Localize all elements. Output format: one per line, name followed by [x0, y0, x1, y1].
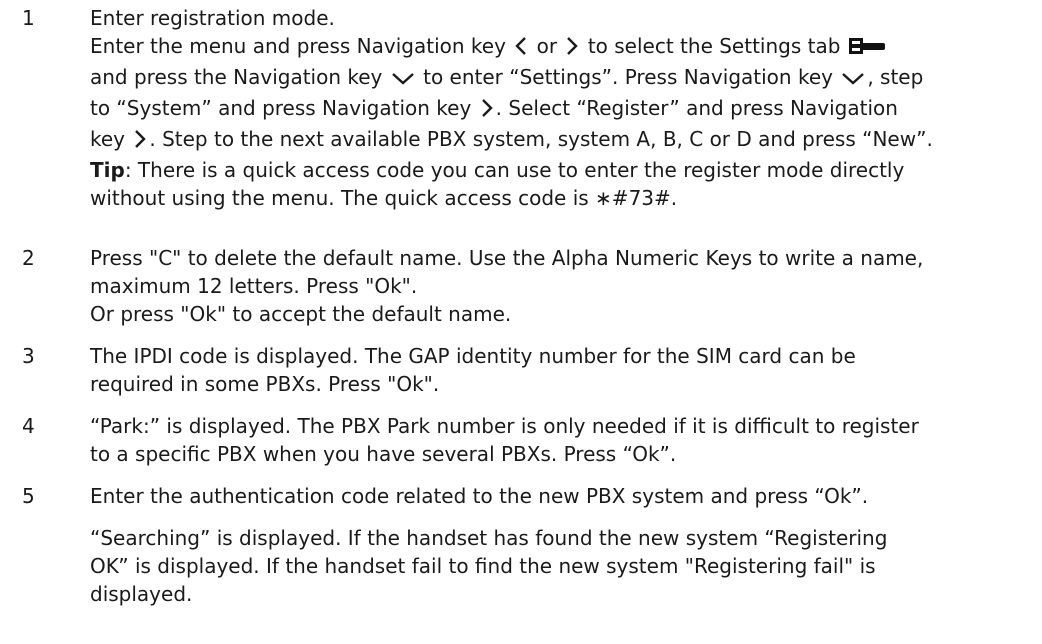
step-body: “Park:” is displayed. The PBX Park numbe… [90, 412, 1028, 468]
step-body: The IPDI code is displayed. The GAP iden… [90, 342, 1028, 398]
step-text: : There is a quick access code you can u… [124, 158, 905, 182]
step-text: OK” is displayed. If the handset fail to… [90, 554, 876, 578]
step-text: Or press "Ok" to accept the default name… [90, 302, 512, 326]
step-text: without using the menu. The quick access… [90, 186, 678, 210]
step-text: Enter the authentication code related to… [90, 484, 869, 508]
step-text: Enter registration mode. [90, 6, 335, 30]
step-body: Press "C" to delete the default name. Us… [90, 244, 1028, 328]
step-text: to select the Settings tab [587, 34, 841, 58]
step-text-line: and press the Navigation key to enter “S… [90, 63, 1028, 94]
manual-page: 1 Enter registration mode. Enter the men… [0, 0, 1042, 644]
step-text: , step [867, 65, 924, 89]
step-text: key [90, 127, 126, 151]
step-number: 1 [22, 6, 35, 30]
step-text: “Searching” is displayed. If the handset… [90, 526, 888, 550]
step-text-line: Tip: There is a quick access code you ca… [90, 156, 1028, 184]
step-text: . Select “Register” and press Navigation [495, 96, 898, 120]
step-text: . Step to the next available PBX system,… [149, 127, 933, 151]
step-text: displayed. [90, 582, 193, 606]
step-text: to enter “Settings”. Press Navigation ke… [423, 65, 833, 89]
step-text: Press "C" to delete the default name. Us… [90, 246, 924, 270]
step-text: The IPDI code is displayed. The GAP iden… [90, 344, 856, 368]
step-text: or [536, 34, 558, 58]
chevron-right-icon [565, 35, 579, 63]
step-text: required in some PBXs. Press "Ok". [90, 372, 440, 396]
chevron-right-icon [133, 128, 147, 156]
step-text: to “System” and press Navigation key [90, 96, 472, 120]
step-paragraph: “Searching” is displayed. If the handset… [90, 524, 1028, 608]
step-number: 2 [22, 246, 35, 270]
step-body: Enter the authentication code related to… [90, 482, 1028, 608]
chevron-down-icon [391, 66, 415, 94]
step-text: and press the Navigation key [90, 65, 383, 89]
step-text: “Park:” is displayed. The PBX Park numbe… [90, 414, 919, 438]
wrench-icon [848, 35, 887, 63]
step-text: maximum 12 letters. Press "Ok". [90, 274, 418, 298]
chevron-down-icon [841, 66, 865, 94]
chevron-left-icon [514, 35, 528, 63]
step-number: 3 [22, 344, 35, 368]
step-text-line: to “System” and press Navigation key . S… [90, 94, 1028, 125]
step-text-line: Enter the menu and press Navigation key … [90, 32, 1028, 63]
tip-label: Tip [90, 158, 125, 182]
step-text: to a specific PBX when you have several … [90, 442, 677, 466]
step-text-line: key . Step to the next available PBX sys… [90, 125, 1028, 156]
step-number: 4 [22, 414, 35, 438]
step-body: Enter registration mode. Enter the menu … [90, 4, 1028, 212]
step-text: Enter the menu and press Navigation key [90, 34, 506, 58]
chevron-right-icon [480, 97, 494, 125]
step-number: 5 [22, 484, 35, 508]
